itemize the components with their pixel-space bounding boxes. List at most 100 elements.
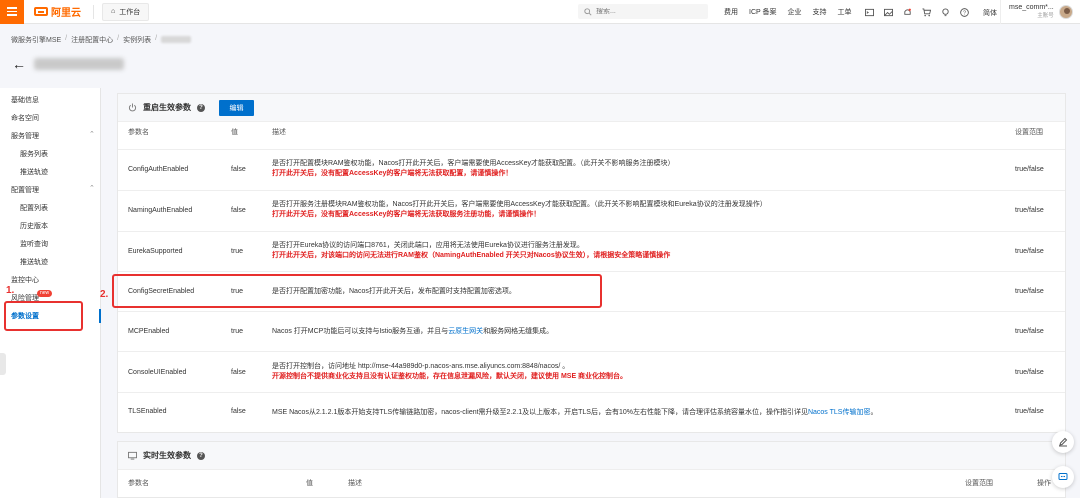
table-row: ConfigAuthEnabled false 是否打开配置模块RAM鉴权功能，… bbox=[118, 149, 1065, 190]
param-value: false bbox=[231, 166, 246, 173]
chat-button[interactable] bbox=[1052, 466, 1074, 488]
annotation-step-2: 2. bbox=[100, 289, 109, 300]
edit-button[interactable]: 编辑 bbox=[219, 99, 254, 116]
annotation-step-1: 1. bbox=[6, 285, 15, 296]
home-icon: ⌂ bbox=[111, 8, 116, 15]
brand-name: 阿里云 bbox=[51, 8, 81, 19]
sidebar-item-listener-query[interactable]: 监听查询 bbox=[20, 239, 48, 249]
param-warning: 打开此开关后，没有配置AccessKey的客户端将无法获取配置，请谨慎操作！ bbox=[272, 170, 513, 177]
link-billing[interactable]: 费用 bbox=[724, 7, 738, 17]
param-warning: 打开此开关后，没有配置AccessKey的客户端将无法获取服务注册功能，请谨慎操… bbox=[272, 211, 541, 218]
param-desc: 是否打开服务注册模块RAM鉴权功能，Nacos打开此开关后，客户端需要使用Acc… bbox=[272, 201, 767, 208]
cloud-native-gateway-link[interactable]: 云原生网关 bbox=[448, 328, 483, 335]
param-value: true bbox=[231, 328, 244, 335]
user-role: 主账号 bbox=[1037, 13, 1054, 19]
workbench-label: 工作台 bbox=[119, 8, 141, 16]
terminal-icon[interactable] bbox=[865, 8, 874, 17]
col-header-name: 参数名 bbox=[128, 480, 149, 487]
sidebar-item-service-list[interactable]: 服务列表 bbox=[20, 149, 48, 159]
card-title: 重启生效参数 bbox=[143, 103, 191, 112]
breadcrumb-instance-redacted bbox=[161, 36, 192, 43]
link-ticket[interactable]: 工单 bbox=[838, 7, 852, 17]
param-desc-text: Nacos 打开MCP功能后可以支持与Istio服务互通，并且与 bbox=[272, 328, 449, 335]
new-badge: new bbox=[37, 290, 53, 297]
restart-params-card: 重启生效参数 ? 编辑 参数名 值 描述 设置范围 ConfigAuthEnab… bbox=[117, 93, 1066, 433]
help-icon[interactable]: ? bbox=[197, 451, 205, 460]
table-row: TLSEnabled false MSE Nacos从2.1.2.1版本开始支持… bbox=[118, 392, 1065, 432]
table-row: MCPEnabled true Nacos 打开MCP功能后可以支持与Istio… bbox=[118, 311, 1065, 351]
help-icon[interactable]: ? bbox=[197, 103, 205, 112]
col-header-action: 操作 bbox=[1037, 480, 1051, 487]
highlight-box-sidebar bbox=[4, 301, 83, 331]
param-warning: 开源控制台不提供商业化支持且没有认证鉴权功能，存在信息泄漏风险，默认关闭，建议使… bbox=[272, 373, 628, 380]
param-desc-text: 。 bbox=[870, 409, 878, 416]
sidebar-collapse-handle[interactable] bbox=[0, 353, 6, 375]
sidebar-item-config-list[interactable]: 配置列表 bbox=[20, 203, 48, 213]
table-header: 参数名 值 描述 设置范围 bbox=[118, 127, 1065, 147]
param-value: false bbox=[231, 207, 246, 214]
monitor-icon bbox=[128, 451, 137, 460]
sidebar-item-basic-info[interactable]: 基础信息 bbox=[11, 95, 39, 105]
param-desc: Nacos 打开MCP功能后可以支持与Istio服务互通，并且与云原生网关和服务… bbox=[272, 327, 972, 337]
breadcrumb: 微服务引擎MSE / 注册配置中心 / 实例列表 / bbox=[11, 35, 192, 45]
hamburger-menu-icon[interactable] bbox=[0, 0, 24, 24]
col-header-value: 值 bbox=[231, 129, 238, 136]
back-arrow-icon[interactable]: ← bbox=[12, 57, 26, 71]
param-range: true/false bbox=[1015, 207, 1044, 214]
sidebar-item-history[interactable]: 历史版本 bbox=[20, 221, 48, 231]
highlight-box-config-secret bbox=[112, 274, 602, 308]
param-desc-text: 和服务网格无缝集成。 bbox=[483, 328, 554, 335]
sidebar-item-push-trace[interactable]: 推送轨迹 bbox=[20, 167, 48, 177]
param-range: true/false bbox=[1015, 166, 1044, 173]
breadcrumb-item[interactable]: 微服务引擎MSE bbox=[11, 35, 61, 45]
param-name: EurekaSupported bbox=[128, 248, 183, 255]
param-desc: 是否打开控制台，访问地址 http://mse-44a989d0-p.nacos… bbox=[272, 363, 570, 370]
feedback-edit-button[interactable] bbox=[1052, 431, 1074, 453]
language-switch[interactable]: 简体 bbox=[983, 8, 997, 18]
link-support[interactable]: 支持 bbox=[813, 7, 827, 17]
col-header-desc: 描述 bbox=[348, 480, 362, 487]
search-input[interactable] bbox=[596, 8, 696, 15]
link-icp[interactable]: ICP 备案 bbox=[749, 7, 777, 17]
param-desc: MSE Nacos从2.1.2.1版本开始支持TLS传输链路加密，nacos-c… bbox=[272, 408, 972, 418]
param-desc-text: MSE Nacos从2.1.2.1版本开始支持TLS传输链路加密，nacos-c… bbox=[272, 409, 808, 416]
param-desc: 是否打开配置模块RAM鉴权功能，Nacos打开此开关后，客户端需要使用Acces… bbox=[272, 160, 675, 167]
breadcrumb-item[interactable]: 注册配置中心 bbox=[71, 35, 113, 45]
svg-text:?: ? bbox=[963, 10, 966, 16]
sidebar-item-config-push-trace[interactable]: 推送轨迹 bbox=[20, 257, 48, 267]
cart-icon[interactable] bbox=[922, 7, 931, 17]
col-header-desc: 描述 bbox=[272, 129, 286, 136]
breadcrumb-item[interactable]: 实例列表 bbox=[123, 35, 151, 45]
search-icon bbox=[584, 7, 592, 16]
table-row: NamingAuthEnabled false 是否打开服务注册模块RAM鉴权功… bbox=[118, 190, 1065, 231]
top-links: 费用 ICP 备案 企业 支持 工单 bbox=[724, 0, 852, 24]
chevron-up-icon[interactable]: ⌃ bbox=[89, 130, 95, 138]
sidebar-item-monitor[interactable]: 监控中心 bbox=[11, 275, 39, 285]
bell-icon[interactable] bbox=[903, 8, 912, 17]
sidebar-group-config[interactable]: 配置管理 bbox=[11, 185, 39, 195]
param-value: false bbox=[231, 408, 246, 415]
avatar[interactable] bbox=[1058, 5, 1073, 19]
nacos-tls-link[interactable]: Nacos TLS传输加密 bbox=[808, 409, 871, 416]
col-header-value: 值 bbox=[306, 480, 313, 487]
workbench-button[interactable]: ⌂ 工作台 bbox=[102, 2, 150, 21]
page-title-redacted bbox=[34, 58, 124, 70]
param-range: true/false bbox=[1015, 288, 1044, 295]
realtime-params-card: 实时生效参数 ? 参数名 值 描述 设置范围 操作 bbox=[117, 441, 1066, 498]
image-icon[interactable] bbox=[884, 8, 893, 17]
sidebar-item-namespace[interactable]: 命名空间 bbox=[11, 113, 39, 123]
param-range: true/false bbox=[1015, 248, 1044, 255]
link-enterprise[interactable]: 企业 bbox=[788, 7, 802, 17]
aliyun-logo[interactable]: 阿里云 bbox=[34, 4, 81, 19]
param-range: true/false bbox=[1015, 369, 1044, 376]
table-row: EurekaSupported true 是否打开Eureka协议的访问端口87… bbox=[118, 231, 1065, 271]
chevron-up-icon[interactable]: ⌃ bbox=[89, 184, 95, 192]
user-name: mse_comm*... bbox=[1009, 4, 1054, 11]
help-circle-icon[interactable]: ? bbox=[960, 7, 969, 17]
global-search[interactable] bbox=[578, 4, 708, 19]
param-value: false bbox=[231, 369, 246, 376]
sidebar-group-service[interactable]: 服务管理 bbox=[11, 131, 39, 141]
user-menu[interactable]: mse_comm*... 主账号 bbox=[1000, 0, 1073, 24]
param-value: true bbox=[231, 248, 244, 255]
lightbulb-icon[interactable] bbox=[941, 7, 950, 17]
